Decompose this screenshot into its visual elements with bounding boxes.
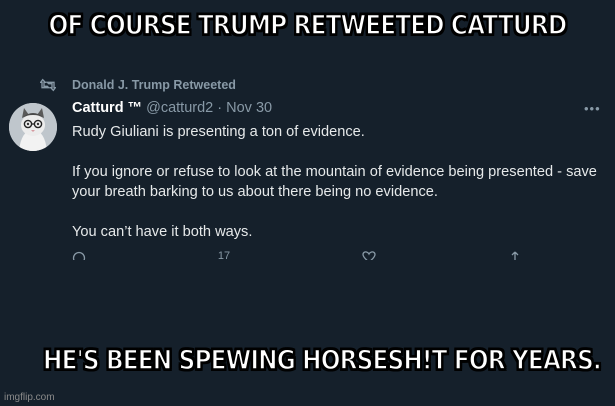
share-icon[interactable] xyxy=(508,250,522,260)
retweet-count: 17 xyxy=(217,250,231,260)
header-separator: · xyxy=(213,100,227,116)
tweet-paragraph: Rudy Giuliani is presenting a ton of evi… xyxy=(72,124,365,140)
avatar[interactable] xyxy=(9,103,57,151)
top-caption: OF COURSE TRUMP RETWEETED CATTURD xyxy=(48,9,568,42)
author-handle[interactable]: @catturd2 xyxy=(146,100,213,116)
more-options-icon[interactable]: ••• xyxy=(584,101,601,116)
watermark: imgflip.com xyxy=(4,392,55,403)
heart-icon[interactable] xyxy=(362,250,376,260)
retweet-context: Donald J. Trump Retweeted xyxy=(40,78,236,92)
tweet-paragraph: You can’t have it both ways. xyxy=(72,224,253,240)
tweet-card[interactable]: Donald J. Trump Retweeted Catturd ™ @cat… xyxy=(0,70,615,260)
tweet-paragraph: If you ignore or refuse to look at the m… xyxy=(72,164,597,200)
reply-icon[interactable] xyxy=(72,250,86,260)
retweet-icon xyxy=(40,78,56,92)
retweet-label: Donald J. Trump Retweeted xyxy=(72,78,236,92)
author-name[interactable]: Catturd ™ xyxy=(72,100,142,116)
tweet-text: Rudy Giuliani is presenting a ton of evi… xyxy=(72,122,607,242)
bottom-caption: HE'S BEEN SPEWING HORSESH!T FOR YEARS. xyxy=(42,344,602,377)
tweet-header: Catturd ™ @catturd2 · Nov 30 xyxy=(72,100,272,116)
tweet-date[interactable]: Nov 30 xyxy=(226,100,272,116)
tweet-actions: 17 xyxy=(72,250,522,260)
cat-avatar-image xyxy=(9,103,57,151)
meme-frame: OF COURSE TRUMP RETWEETED CATTURD Donald… xyxy=(0,0,615,406)
retweet-action[interactable]: 17 xyxy=(218,250,230,260)
